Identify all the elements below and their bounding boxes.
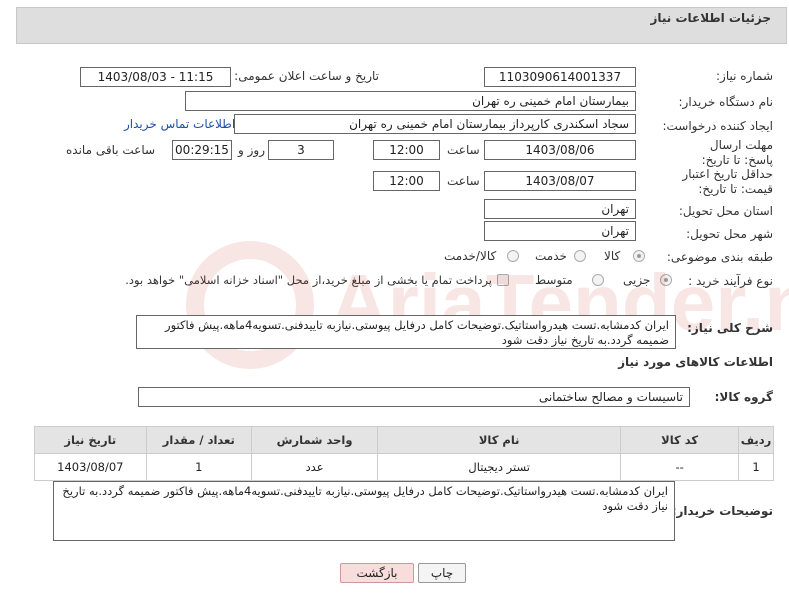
print-button[interactable]: چاپ: [418, 563, 466, 583]
cell-goods-name: تستر دیجیتال: [377, 453, 622, 481]
requester-label: ایجاد کننده درخواست:: [662, 119, 773, 133]
announce-label: تاریخ و ساعت اعلان عمومی:: [234, 69, 379, 83]
items-table: ردیف کد کالا نام کالا واحد شمارش تعداد /…: [34, 426, 774, 481]
contact-buyer-link[interactable]: اطلاعات تماس خریدار: [124, 117, 235, 131]
col-goods-code: کد کالا: [620, 426, 740, 454]
deadline-time-label: ساعت: [447, 143, 480, 157]
announce-field[interactable]: 1403/08/03 - 11:15: [80, 67, 231, 87]
province-field[interactable]: تهران: [484, 199, 636, 219]
items-table-header: ردیف کد کالا نام کالا واحد شمارش تعداد /…: [34, 426, 774, 454]
col-need-date: تاریخ نیاز: [34, 426, 147, 454]
buyer-notes-field[interactable]: ایران کدمشابه.تست هیدرواستاتیک.توضیحات ک…: [53, 481, 675, 541]
back-button[interactable]: بازگشت: [340, 563, 414, 583]
validity-time-field[interactable]: 12:00: [373, 171, 440, 191]
cell-unit: عدد: [250, 453, 379, 481]
buyer-notes-label: توضیحات خریدار:: [671, 504, 773, 518]
buyer-org-field[interactable]: بیمارستان امام خمینی ره تهران: [185, 91, 636, 111]
validity-label: حداقل تاریخ اعتبار قیمت: تا تاریخ:: [682, 167, 773, 196]
cell-goods-code: --: [620, 453, 740, 481]
validity-date-field[interactable]: 1403/08/07: [484, 171, 636, 191]
col-quantity: تعداد / مقدار: [145, 426, 252, 454]
deadline-time-field[interactable]: 12:00: [373, 140, 440, 160]
description-field[interactable]: ایران کدمشابه.تست هیدرواستاتیک.توضیحات ک…: [136, 315, 676, 349]
need-number-label: شماره نیاز:: [716, 69, 773, 83]
col-unit: واحد شمارش: [250, 426, 379, 454]
page-title: جزئیات اطلاعات نیاز: [650, 11, 771, 25]
col-goods-name: نام کالا: [377, 426, 622, 454]
days-field[interactable]: 3: [268, 140, 334, 160]
goods-section-title: اطلاعات کالاهای مورد نیاز: [618, 355, 773, 369]
table-row[interactable]: 1 -- تستر دیجیتال عدد 1 1403/08/07: [34, 453, 774, 481]
cell-row-number: 1: [738, 453, 774, 481]
remaining-label: ساعت باقی مانده: [66, 143, 156, 157]
deadline-date-field[interactable]: 1403/08/06: [484, 140, 636, 160]
requester-field[interactable]: سجاد اسکندری کارپرداز بیمارستان امام خمی…: [234, 114, 636, 134]
cell-quantity: 1: [145, 453, 252, 481]
buyer-org-label: نام دستگاه خریدار:: [678, 95, 774, 109]
remaining-time-field[interactable]: 00:29:15: [172, 140, 232, 160]
cell-need-date: 1403/08/07: [34, 453, 147, 481]
deadline-label: مهلت ارسال پاسخ: تا تاریخ:: [701, 138, 773, 167]
need-number-field[interactable]: 1103090614001337: [484, 67, 636, 87]
col-row-number: ردیف: [738, 426, 774, 454]
days-label: روز و: [238, 143, 265, 157]
goods-group-field[interactable]: تاسیسات و مصالح ساختمانی: [138, 387, 690, 407]
validity-time-label: ساعت: [447, 174, 480, 188]
goods-group-label: گروه کالا:: [714, 390, 773, 404]
watermark-logo: AriaTender.neT: [186, 241, 789, 369]
description-label: شرح کلی نیاز:: [687, 321, 773, 335]
province-label: استان محل تحویل:: [678, 204, 773, 218]
